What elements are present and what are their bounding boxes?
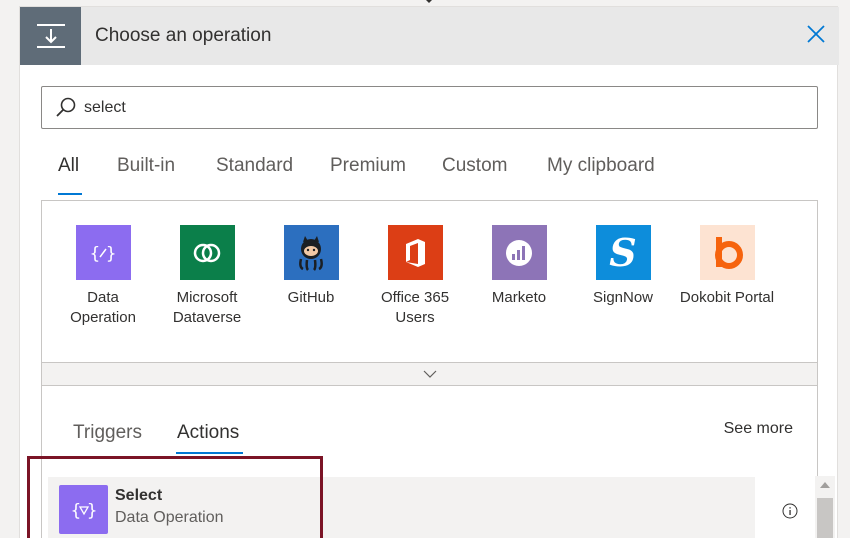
see-more-link[interactable]: See more (724, 420, 793, 438)
search-input[interactable] (84, 99, 784, 117)
connector-data-operation[interactable]: { } Data Operation (53, 225, 153, 328)
connector-office-365-users[interactable]: Office 365 Users (365, 225, 465, 328)
expand-connectors-button[interactable] (42, 362, 817, 385)
connector-label: Microsoft Dataverse (172, 289, 242, 326)
active-tab-indicator (58, 193, 82, 195)
connector-signnow[interactable]: S SignNow (573, 225, 673, 308)
results-scrollbar[interactable] (815, 476, 835, 538)
close-icon[interactable] (805, 23, 827, 45)
svg-text:S: S (609, 233, 636, 273)
connectors-grid: { } Data Operation Microsoft Dataverse G… (41, 200, 818, 386)
panel-title: Choose an operation (95, 25, 272, 46)
search-box[interactable] (41, 86, 818, 129)
connector-label: GitHub (287, 289, 335, 306)
connector-github[interactable]: GitHub (261, 225, 361, 308)
tab-standard[interactable]: Standard (216, 155, 293, 177)
search-icon (55, 97, 77, 124)
connector-label: Dokobit Portal (679, 289, 775, 306)
scroll-thumb[interactable] (817, 498, 833, 538)
tab-all[interactable]: All (58, 155, 79, 177)
active-subtab-indicator (176, 452, 243, 454)
scroll-up-arrow-icon[interactable] (820, 482, 830, 488)
data-operation-icon: { } (75, 225, 131, 280)
tab-built-in[interactable]: Built-in (117, 155, 175, 177)
connector-dokobit-portal[interactable]: Dokobit Portal (677, 225, 777, 308)
dokobit-icon (699, 225, 755, 280)
trigger-step-icon (20, 7, 81, 65)
connector-label: Office 365 Users (380, 289, 450, 326)
selection-highlight-box (27, 456, 323, 538)
connector-marketo[interactable]: Marketo (469, 225, 569, 308)
tab-triggers[interactable]: Triggers (73, 422, 142, 444)
connector-label: Data Operation (70, 289, 136, 326)
office-365-icon (387, 225, 443, 280)
tab-my-clipboard[interactable]: My clipboard (547, 155, 655, 177)
connector-label: Marketo (491, 289, 547, 306)
marketo-icon (491, 225, 547, 280)
tab-actions[interactable]: Actions (177, 422, 239, 444)
connector-microsoft-dataverse[interactable]: Microsoft Dataverse (157, 225, 257, 328)
github-icon (283, 225, 339, 280)
tab-premium[interactable]: Premium (330, 155, 406, 177)
tab-custom[interactable]: Custom (442, 155, 507, 177)
connector-label: SignNow (592, 289, 654, 306)
panel-header: Choose an operation (20, 7, 839, 65)
chevron-down-icon (423, 370, 436, 378)
info-icon[interactable] (782, 503, 798, 524)
dataverse-icon (179, 225, 235, 280)
signnow-icon: S (595, 225, 651, 280)
connector-arrow-icon (424, 0, 434, 3)
